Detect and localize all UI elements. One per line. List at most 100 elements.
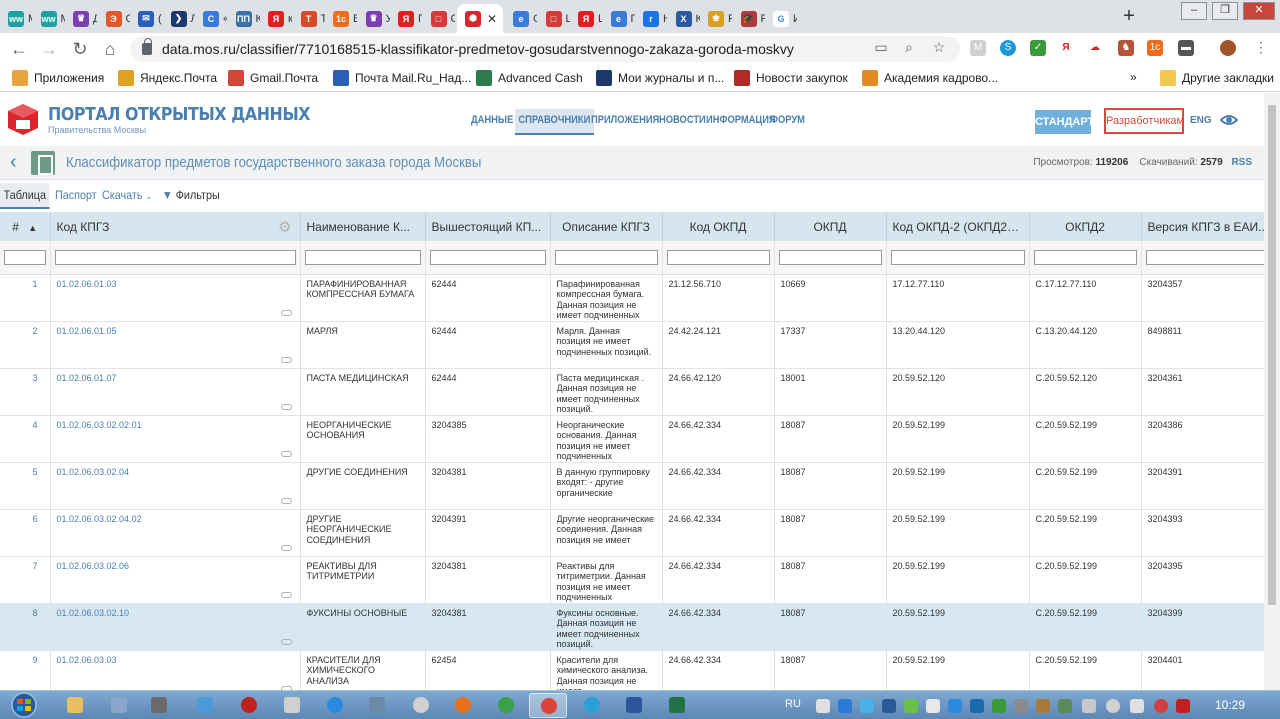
taskbar-app-6[interactable] [273,693,311,718]
taskbar-telegram[interactable] [573,693,611,718]
accessibility-eye-icon[interactable] [1220,113,1238,127]
nav-directories[interactable]: СПРАВОЧНИКИ [515,109,594,135]
browser-tab[interactable]: ЯЩ [570,4,602,33]
link-icon[interactable] [280,497,292,504]
other-bookmarks[interactable]: Другие закладки [1160,70,1274,86]
filter-input-okpd-code[interactable] [666,249,770,265]
bookmark-item[interactable]: Мои журналы и п... [596,70,724,86]
table-row[interactable]: 7 01.02.06.03.02.06 РЕАКТИВЫ ДЛЯ ТИТРИМЕТР… [0,556,1264,604]
browser-tab[interactable]: e Ок [505,4,537,33]
taskbar-excel[interactable] [658,693,696,718]
tab-passport[interactable]: Паспорт [55,188,97,202]
col-header-parent[interactable]: Вышестоящий КП... [425,212,551,241]
home-icon[interactable]: ⌂ [99,38,121,60]
browser-tab[interactable]: C «с [195,4,227,33]
browser-tab[interactable]: ✉ (5 [130,4,162,33]
browser-tab[interactable]: ⬢ ✕ [457,4,503,33]
extension-avatar-icon[interactable]: ♞ [1118,40,1134,56]
browser-tab[interactable]: G Ин [765,4,797,33]
col-header-desc[interactable]: Описание КПГЗ [550,212,663,241]
kpgz-code-link[interactable]: 01.02.06.03.03 [50,650,301,690]
taskbar-calculator[interactable] [100,693,138,718]
tray-icon[interactable] [926,699,940,713]
link-icon[interactable] [280,309,292,316]
browser-tab[interactable]: □Щ [538,4,570,33]
tray-icon[interactable] [1106,699,1120,713]
kpgz-code-link-text[interactable]: 01.02.06.03.02.06 [57,561,130,571]
page-scrollbar[interactable] [1264,93,1280,690]
nav-forum[interactable]: ФОРУМ [770,109,805,135]
nav-news[interactable]: НОВОСТИ [659,109,706,135]
nav-data[interactable]: ДАННЫЕ [471,109,513,135]
extension-shield-icon[interactable]: ✓ [1030,40,1046,56]
tray-icon[interactable] [1014,699,1028,713]
address-bar[interactable]: data.mos.ru/classifier/7710168515-klassi… [130,36,960,62]
kpgz-code-link[interactable]: 01.02.06.01.03 [50,274,301,322]
col-header-okpd2-code[interactable]: Код ОКПД-2 (ОКПД20... [886,212,1030,241]
table-row[interactable]: 4 01.02.06.03.02.02.01 НЕОРГАНИЧЕСКИЕ ОСНО… [0,415,1264,463]
reload-icon[interactable]: ↻ [69,38,91,60]
download-dropdown[interactable]: Скачать ⌄ [102,188,152,202]
browser-tab[interactable]: □Ст [423,4,455,33]
kpgz-code-link-text[interactable]: 01.02.06.03.03 [57,655,117,665]
col-header-num[interactable]: # ▲ [0,212,51,241]
table-row[interactable]: 3 01.02.06.01.07 ПАСТА МЕДИЦИНСКАЯ 62444 Пас… [0,368,1264,416]
browser-tab[interactable]: ТТе [293,4,325,33]
tray-icon[interactable] [1036,699,1050,713]
kpgz-code-link[interactable]: 01.02.06.03.02.06 [50,556,301,604]
rss-link[interactable]: RSS [1231,157,1252,168]
filter-input-okpd[interactable] [778,249,882,265]
link-icon[interactable] [280,403,292,410]
table-row[interactable]: 9 01.02.06.03.03 КРАСИТЕЛИ ДЛЯ ХИМИЧЕСКОГО… [0,650,1264,690]
scrollbar-thumb[interactable] [1268,105,1276,605]
filter-input-okpd2-code[interactable] [890,249,1025,265]
back-arrow-icon[interactable]: ‹ [10,152,17,172]
bookmarks-overflow-button[interactable]: » [1130,70,1137,84]
taskbar-app-8[interactable] [358,693,396,718]
browser-tab[interactable]: 🎓Ра [733,4,765,33]
restore-button[interactable]: ❐ [1212,2,1238,20]
link-icon[interactable] [280,544,292,551]
close-tab-icon[interactable]: ✕ [487,12,497,26]
filter-input-parent[interactable] [429,249,546,265]
browser-tab[interactable]: ❀ Ра [700,4,732,33]
link-icon[interactable] [280,591,292,598]
kpgz-code-link[interactable]: 01.02.06.03.02.02.01 [50,415,301,463]
developers-button[interactable]: Разработчикам [1104,108,1184,134]
bookmark-item[interactable]: Новости закупок [734,70,848,86]
tray-icon[interactable] [904,699,918,713]
kpgz-code-link[interactable]: 01.02.06.03.02.04 [50,462,301,510]
browser-tab[interactable]: ❯Лі [163,4,195,33]
taskbar-word[interactable] [615,693,653,718]
taskbar-app-5[interactable] [230,693,268,718]
table-row[interactable]: 2 01.02.06.01.05 МАРЛЯ 62444 Марля. Данная п… [0,321,1264,369]
menu-dots-icon[interactable]: ⋮ [1252,38,1270,56]
taskbar-ie[interactable] [316,693,354,718]
kpgz-code-link-text[interactable]: 01.02.06.03.02.10 [57,608,130,618]
filter-input-name[interactable] [304,249,421,265]
install-app-icon[interactable]: ▭ [872,38,890,56]
table-row[interactable]: 8 01.02.06.03.02.10 ФУКСИНЫ ОСНОВНЫЕ 320438… [0,603,1264,651]
taskbar-firefox[interactable] [444,693,482,718]
kpgz-code-link[interactable]: 01.02.06.01.07 [50,368,301,416]
clock[interactable]: 10:29 [1215,698,1245,712]
cloud-icon[interactable]: ☁ [1087,40,1103,56]
bookmark-item[interactable]: Почта Mail.Ru_Над... [333,70,471,86]
table-row[interactable]: 1 01.02.06.01.03 ПАРАФИНИРОВАННАЯ КОМПРЕСС… [0,274,1264,322]
bookmark-item[interactable]: Gmail.Почта [228,70,318,86]
browser-tab[interactable]: eГС [603,4,635,33]
sort-asc-icon[interactable]: ▲ [28,223,37,233]
filter-input-desc[interactable] [554,249,658,265]
tray-icon[interactable] [1176,699,1190,713]
tray-icon[interactable] [838,699,852,713]
taskbar-explorer[interactable] [56,693,94,718]
extension-m-icon[interactable]: M [970,40,986,56]
tray-icon[interactable] [970,699,984,713]
browser-tab[interactable]: ww M [33,4,65,33]
tray-icon[interactable] [816,699,830,713]
col-header-name[interactable]: Наименование К... [300,212,426,241]
browser-tab[interactable]: XКо [668,4,700,33]
taskbar-app-9[interactable] [402,693,440,718]
standards-button[interactable]: СТАНДАРТЫ [1035,110,1105,134]
network-icon[interactable] [1082,699,1096,713]
